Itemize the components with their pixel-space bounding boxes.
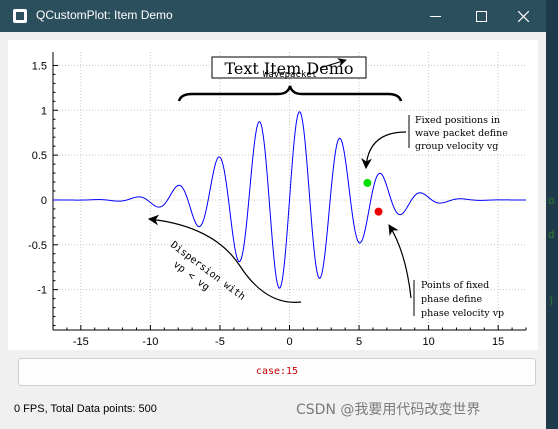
wavepacket-bracket xyxy=(177,85,403,102)
case-button[interactable]: case:15 xyxy=(18,358,536,386)
x-tick-label: 0 xyxy=(286,336,292,348)
x-tick-label: 5 xyxy=(356,336,362,348)
plot-area[interactable]: -15 -10 -5 0 5 10 15 1.5 1 0.5 0 -0.5 -1 Text Item D… xyxy=(8,40,538,350)
callout-phase-line-2: phase define xyxy=(421,294,483,305)
minimize-icon xyxy=(430,16,441,17)
callout-phase-line-1: Points of fixed xyxy=(421,280,489,291)
status-bar-text: 0 FPS, Total Data points: 500 xyxy=(14,403,157,415)
minimize-button[interactable] xyxy=(412,0,458,32)
velocity-point xyxy=(374,207,383,216)
callout-group-line-2: wave packet define xyxy=(415,128,508,139)
plot-items: Text Item Demo Wavepacket Fixed position… xyxy=(147,56,508,319)
close-icon xyxy=(518,11,529,22)
window-title: QCustomPlot: Item Demo xyxy=(36,8,173,22)
callout-phase-arrow xyxy=(388,224,412,299)
background-window: o d ) xyxy=(546,180,558,320)
callout-group-arrow xyxy=(361,131,407,170)
maximize-icon xyxy=(476,11,487,22)
background-glyph: ) xyxy=(548,294,555,307)
x-tick-label: 15 xyxy=(492,336,504,348)
callout-group-line-1: Fixed positions in xyxy=(415,115,500,126)
dispersion-label: Dispersion with vp < vg xyxy=(168,240,247,303)
x-tick-label: 10 xyxy=(422,336,434,348)
close-button[interactable] xyxy=(500,0,546,32)
watermark: CSDN @我要用代码改变世界 xyxy=(296,402,481,418)
y-tick-label: 0 xyxy=(41,195,47,207)
plot-canvas[interactable]: -15 -10 -5 0 5 10 15 1.5 1 0.5 0 -0.5 -1 Text Item D… xyxy=(8,40,538,350)
background-glyph: d xyxy=(548,228,555,241)
y-tick-label: -1 xyxy=(37,285,47,297)
main-window: QCustomPlot: Item Demo -15 -10 -5 0 5 10… xyxy=(0,0,546,429)
maximize-button[interactable] xyxy=(458,0,504,32)
title-bar[interactable]: QCustomPlot: Item Demo xyxy=(0,0,546,32)
y-tick-label: -0.5 xyxy=(28,240,47,252)
x-tick-label: -5 xyxy=(215,336,225,348)
velocity-points xyxy=(363,178,383,216)
callout-phase-line-3: phase velocity vp xyxy=(421,308,504,319)
background-glyph: o xyxy=(548,194,555,207)
bracket-label: Wavepacket xyxy=(263,70,317,80)
y-tick-label: 1 xyxy=(41,105,47,117)
x-tick-label: -15 xyxy=(73,336,89,348)
x-tick-label: -10 xyxy=(142,336,158,348)
callout-group-line-3: group velocity vg xyxy=(415,141,498,152)
app-icon xyxy=(13,9,27,23)
velocity-point xyxy=(363,178,372,187)
y-tick-label: 0.5 xyxy=(32,150,47,162)
y-tick-label: 1.5 xyxy=(32,60,47,72)
